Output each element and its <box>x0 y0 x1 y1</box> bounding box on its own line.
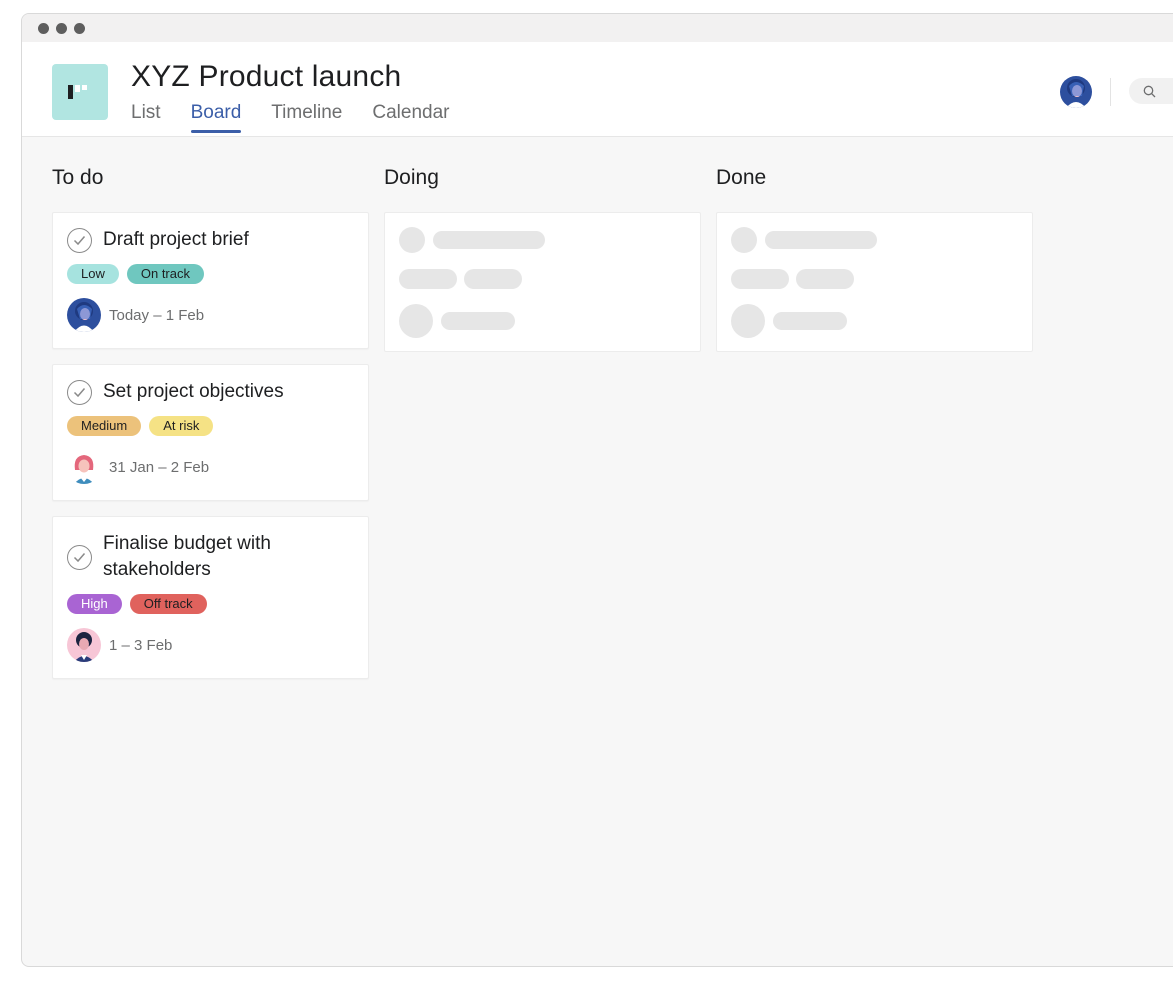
status-tag: On track <box>126 264 204 284</box>
task-card[interactable]: Draft project brief Low On track Today –… <box>52 212 369 349</box>
placeholder-card <box>384 212 701 352</box>
user-avatar[interactable] <box>1060 76 1092 108</box>
column-title: Doing <box>384 166 439 189</box>
column-title: To do <box>52 166 104 189</box>
close-window-button[interactable] <box>38 22 49 34</box>
task-card[interactable]: Finalise budget with stakeholders High O… <box>52 516 369 679</box>
tab-timeline[interactable]: Timeline <box>271 102 342 133</box>
task-card[interactable]: Set project objectives Medium At risk 31… <box>52 364 369 501</box>
assignee-avatar[interactable] <box>67 450 101 484</box>
search-icon <box>1143 85 1156 98</box>
column-doing: Doing <box>384 160 701 694</box>
status-tag: Off track <box>129 594 207 614</box>
priority-tag: Low <box>67 264 119 284</box>
due-date: 31 Jan – 2 Feb <box>109 458 210 476</box>
placeholder-card <box>716 212 1033 352</box>
maximize-window-button[interactable] <box>74 22 85 34</box>
complete-check-icon[interactable] <box>67 379 92 405</box>
column-done: Done <box>716 160 1033 694</box>
task-title: Finalise budget with stakeholders <box>103 533 271 580</box>
view-tabs: List Board Timeline Calendar <box>131 102 449 133</box>
tab-board[interactable]: Board <box>190 102 241 133</box>
due-date: Today – 1 Feb <box>109 306 205 324</box>
project-header: XYZ Product launch List Board Timeline C… <box>22 42 1173 137</box>
header-divider <box>1110 78 1111 106</box>
app-window: XYZ Product launch List Board Timeline C… <box>21 13 1173 967</box>
board: To do Draft project brief Low On track T… <box>52 160 1033 694</box>
skeleton-line <box>433 231 545 249</box>
priority-tag: Medium <box>67 416 142 436</box>
minimize-window-button[interactable] <box>56 22 67 34</box>
tab-calendar[interactable]: Calendar <box>372 102 449 133</box>
skeleton-tag <box>464 269 522 289</box>
task-title: Set project objectives <box>103 381 284 402</box>
skeleton-tag <box>731 269 789 289</box>
due-date: 1 – 3 Feb <box>109 636 173 654</box>
skeleton-tag <box>796 269 854 289</box>
skeleton-avatar <box>731 304 765 338</box>
project-title: XYZ Product launch <box>131 60 402 93</box>
status-tag: At risk <box>149 416 214 436</box>
skeleton-line <box>773 312 847 330</box>
task-title: Draft project brief <box>103 229 249 250</box>
tab-list[interactable]: List <box>131 102 161 133</box>
board-project-icon <box>52 64 108 120</box>
assignee-avatar[interactable] <box>67 628 101 662</box>
skeleton-circle <box>399 227 425 253</box>
complete-check-icon[interactable] <box>67 544 92 570</box>
priority-tag: High <box>67 594 122 614</box>
skeleton-avatar <box>399 304 433 338</box>
column-to-do: To do Draft project brief Low On track T… <box>52 160 369 694</box>
complete-check-icon[interactable] <box>67 227 92 253</box>
column-title: Done <box>716 166 767 189</box>
skeleton-circle <box>731 227 757 253</box>
assignee-avatar[interactable] <box>67 298 101 332</box>
window-titlebar <box>22 14 1173 42</box>
skeleton-tag <box>399 269 457 289</box>
skeleton-line <box>765 231 877 249</box>
search-input[interactable] <box>1129 78 1173 104</box>
skeleton-line <box>441 312 515 330</box>
